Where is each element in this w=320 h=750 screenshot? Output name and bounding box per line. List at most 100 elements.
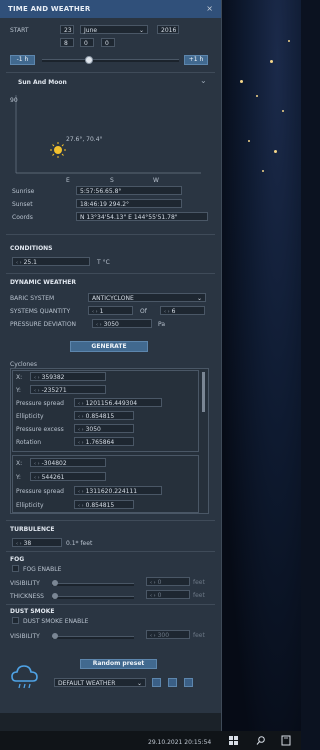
sun-position-graph: 90 27.6°, 70.4° E S W [10,95,201,184]
cyclone-y-field[interactable]: ‹ › -235271 [30,385,106,394]
dust-visibility-slider[interactable] [52,636,134,639]
ellipticity-label: Ellipticity [16,413,44,420]
fog-visibility-handle[interactable] [52,580,58,586]
dust-visibility-handle[interactable] [52,633,58,639]
fog-visibility-value: 0 [157,579,162,586]
windows-icon[interactable] [229,736,238,745]
systems-quantity-field[interactable]: ‹ › 1 [88,306,133,315]
minute-field[interactable]: 0 [80,38,94,47]
ellipticity-field[interactable]: ‹ › 0.854815 [74,500,134,509]
cyclone-x-field[interactable]: ‹ › 359382 [30,372,106,381]
minus-hour-button[interactable]: -1 h [10,55,35,65]
systems-quantity-value: 1 [99,308,104,315]
save-icon[interactable] [168,678,177,687]
weather-preset-select[interactable]: DEFAULT WEATHER ⌄ [54,678,146,687]
stepper-arrows-icon: ‹ › [78,503,84,509]
of-label: Of [140,308,147,315]
dust-visibility-unit: feet [193,632,205,639]
second-field[interactable]: 0 [101,38,115,47]
panel-titlebar[interactable]: TIME AND WEATHER × [0,0,221,18]
stepper-arrows-icon: ‹ › [34,375,40,381]
baric-select[interactable]: ANTICYCLONE ⌄ [88,293,206,302]
collapse-chevron-icon[interactable]: ⌄ [200,76,207,85]
cyclone-y-field[interactable]: ‹ › 544261 [30,472,106,481]
pressure-spread-value: 1201156.449304 [85,400,138,407]
dust-smoke-enable-checkbox[interactable] [12,617,19,624]
pressure-spread-field[interactable]: ‹ › 1201156.449304 [74,398,162,407]
pressure-excess-field[interactable]: ‹ › 3050 [74,424,134,433]
temperature-unit: T °C [97,259,110,266]
fog-title: FOG [10,556,25,563]
stepper-arrows-icon: ‹ › [34,388,40,394]
plus-hour-button[interactable]: +1 h [184,55,208,65]
fog-enable-checkbox[interactable] [12,565,19,572]
pressure-spread-value: 1311620.224111 [85,488,138,495]
rotation-field[interactable]: ‹ › 1.765864 [74,437,134,446]
fog-visibility-slider[interactable] [52,583,134,586]
turbulence-title: TURBULENCE [10,526,55,533]
pressure-spread-field[interactable]: ‹ › 1311620.224111 [74,486,162,495]
pressure-deviation-value: 3050 [103,321,119,328]
chevron-down-icon: ⌄ [196,295,202,302]
dust-smoke-title: DUST SMOKE [10,608,55,615]
fog-visibility-unit: feet [193,579,205,586]
fog-thickness-value: 0 [157,592,162,599]
ellipticity-field[interactable]: ‹ › 0.854815 [74,411,134,420]
time-slider[interactable] [42,59,179,62]
compass-w: W [153,177,159,184]
time-slider-handle[interactable] [84,56,93,64]
cyclone-y-label: Y: [16,387,21,394]
cyclone-x-field[interactable]: ‹ › -304802 [30,458,106,467]
turbulence-field[interactable]: ‹ › 38 [12,538,62,547]
day-field[interactable]: 23 [60,25,74,34]
dust-visibility-field[interactable]: ‹ › 300 [146,630,190,639]
stepper-arrows-icon: ‹ › [34,461,40,467]
hour-field[interactable]: 8 [60,38,74,47]
compass-e: E [66,177,70,184]
stepper-arrows-icon: ‹ › [16,260,22,266]
year-field[interactable]: 2016 [157,25,179,34]
ellipticity-label: Ellipticity [16,502,44,509]
sunrise-value: 5:57:56.65.8° [76,186,182,195]
delete-icon[interactable] [184,678,193,687]
search-icon[interactable] [256,736,265,745]
datetime-clock: 29.10.2021 20:15:54 [148,739,212,746]
dust-smoke-enable-label: DUST SMOKE ENABLE [23,618,89,625]
cyclones-scrollbar[interactable] [202,372,205,412]
fog-enable-label: FOG ENABLE [23,566,62,573]
random-preset-button[interactable]: Random preset [80,659,157,669]
fog-thickness-field[interactable]: ‹ › 0 [146,590,190,599]
weather-preset-value: DEFAULT WEATHER [58,680,116,687]
sunset-value: 18:46:19 294.2° [76,199,182,208]
systems-max-value: 6 [171,308,176,315]
generate-button[interactable]: GENERATE [70,341,148,352]
pressure-deviation-field[interactable]: ‹ › 3050 [92,319,152,328]
ellipticity-value: 0.854815 [85,502,115,509]
month-select[interactable]: June ⌄ [80,25,148,34]
fog-visibility-field[interactable]: ‹ › 0 [146,577,190,586]
task-view-icon[interactable] [281,735,291,746]
close-icon[interactable]: × [206,4,213,13]
sun-position-label: 27.6°, 70.4° [66,136,103,143]
status-strip [0,713,221,731]
fog-thickness-slider[interactable] [52,596,134,599]
turbulence-value: 38 [23,540,32,547]
stepper-arrows-icon: ‹ › [34,475,40,481]
stepper-arrows-icon: ‹ › [150,633,156,639]
open-folder-icon[interactable] [152,678,161,687]
compass-s: S [110,177,114,184]
coords-label: Coords [12,214,33,221]
stepper-arrows-icon: ‹ › [92,309,98,315]
ellipticity-value: 0.854815 [85,413,115,420]
cyclone-x-label: X: [16,374,23,381]
baric-value: ANTICYCLONE [92,295,134,302]
pressure-spread-label: Pressure spread [16,488,64,495]
stepper-arrows-icon: ‹ › [150,580,156,586]
taskbar: 29.10.2021 20:15:54 [0,731,301,750]
temperature-field[interactable]: ‹ › 25.1 [12,257,90,266]
cyclone-y-value: 544261 [41,474,65,481]
cyclone-x-value: 359382 [41,374,65,381]
systems-max-field[interactable]: ‹ › 6 [160,306,205,315]
fog-thickness-handle[interactable] [52,593,58,599]
stepper-arrows-icon: ‹ › [164,309,170,315]
